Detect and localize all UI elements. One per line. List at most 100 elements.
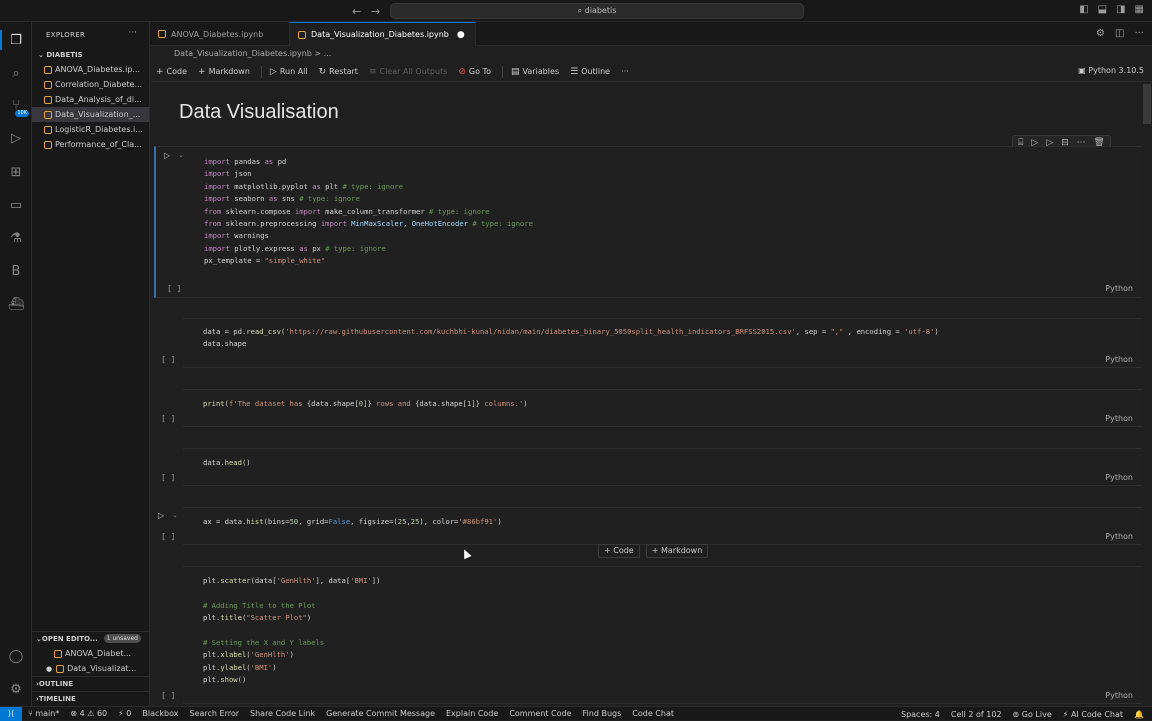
status-share-code-link[interactable]: Share Code Link <box>250 709 315 718</box>
go-live-status[interactable]: ⊚ Go Live <box>1013 710 1052 719</box>
chevron-down-icon[interactable]: ⌄ <box>178 151 184 159</box>
code-cell-imports[interactable]: ▷ ⌄ import pandas as pd import json impo… <box>154 146 1143 298</box>
command-center-search[interactable]: ⌕ diabetis <box>390 3 804 19</box>
forward-arrow-icon[interactable]: → <box>371 5 380 18</box>
tab-anova[interactable]: ANOVA_Diabetes.ipynb <box>150 22 290 46</box>
cell-code[interactable]: data.head() <box>203 457 251 469</box>
extensions-icon[interactable]: ⊞ <box>6 162 26 182</box>
indentation-status[interactable]: Spaces: 4 <box>901 710 940 719</box>
cell-position-status[interactable]: Cell 2 of 102 <box>951 710 1002 719</box>
code-cell-print[interactable]: print(f'The dataset has {data.shape[0]} … <box>161 389 1143 427</box>
open-editor-data-visualization[interactable]: ● Data_Visualizat... <box>32 661 149 676</box>
tab-data-visualization[interactable]: Data_Visualization_Diabetes.ipynb ● <box>290 22 476 46</box>
run-all-icon: ▷ <box>269 66 277 77</box>
account-icon[interactable]: ◯ <box>6 646 26 666</box>
code-cell-scatter[interactable]: plt.scatter(data['GenHlth'], data['BMI']… <box>161 566 1143 704</box>
cell-language[interactable]: Python <box>1105 414 1133 423</box>
blackbox-icon[interactable]: B <box>6 261 26 281</box>
outline-button[interactable]: ☰ Outline <box>570 67 610 77</box>
kernel-picker[interactable]: ▣ Python 3.10.5 <box>1078 66 1144 75</box>
search-icon[interactable]: ⌕ <box>6 63 26 83</box>
notebook-icon <box>44 95 52 104</box>
status-code-chat[interactable]: Code Chat <box>632 709 674 718</box>
scrollbar-thumb[interactable] <box>1143 84 1151 124</box>
outline-section[interactable]: › OUTLINE <box>32 676 149 690</box>
toggle-secondary-sidebar-icon[interactable]: ◨ <box>1116 4 1125 15</box>
run-debug-icon[interactable]: ▷ <box>6 128 26 148</box>
file-logistic[interactable]: LogisticR_Diabetes.i... <box>32 122 149 137</box>
file-performance[interactable]: Performance_of_Cla... <box>32 137 149 152</box>
status-explain-code[interactable]: Explain Code <box>446 709 498 718</box>
status-generate-commit[interactable]: Generate Commit Message <box>326 709 435 718</box>
insert-code-button[interactable]: + Code <box>598 544 640 558</box>
open-editor-anova[interactable]: ANOVA_Diabet... <box>32 646 149 661</box>
cell-code[interactable]: print(f'The dataset has {data.shape[0]} … <box>203 398 528 410</box>
execution-count: [ ] <box>161 473 176 482</box>
execution-count: [ ] <box>167 284 182 293</box>
status-search-error[interactable]: Search Error <box>189 709 239 718</box>
add-markdown-button[interactable]: + Markdown <box>198 67 250 77</box>
toggle-panel-icon[interactable]: ⬓ <box>1098 4 1107 15</box>
cell-language[interactable]: Python <box>1105 284 1133 293</box>
notebook-editor: Data Visualisation ⌸ ▷ ▷ ⊟ ··· 🗑 ▷ ⌄ imp… <box>150 82 1152 706</box>
restart-icon: ↻ <box>318 66 327 77</box>
remote-icon[interactable]: ⟩⟨ <box>0 706 22 721</box>
more-actions-icon[interactable]: ··· <box>621 67 629 76</box>
customize-layout-icon[interactable]: ▦ <box>1135 4 1144 15</box>
manage-gear-icon[interactable]: ⚙ <box>6 679 26 699</box>
toggle-sidebar-icon[interactable]: ◧ <box>1079 4 1088 15</box>
run-all-button[interactable]: ▷ Run All <box>270 67 308 77</box>
remote-explorer-icon[interactable]: ▭ <box>6 195 26 215</box>
compare-icon[interactable]: ⚙ <box>1096 28 1105 39</box>
cell-language[interactable]: Python <box>1105 691 1133 700</box>
status-blackbox[interactable]: Blackbox <box>142 709 178 718</box>
code-cell-head[interactable]: data.head() [ ] Python <box>161 448 1143 486</box>
cell-code[interactable]: plt.scatter(data['GenHlth'], data['BMI']… <box>203 575 380 687</box>
plus-icon: + <box>198 66 206 77</box>
status-comment-code[interactable]: Comment Code <box>509 709 571 718</box>
folder-diabetis[interactable]: ⌄ DIABETIS <box>38 51 83 59</box>
scrollbar[interactable] <box>1142 82 1152 706</box>
source-control-icon[interactable]: ⑂ 10K <box>6 95 29 117</box>
run-cell-icon[interactable]: ▷ <box>158 511 164 520</box>
notifications-bell-icon[interactable]: 🔔 <box>1134 710 1144 719</box>
add-code-button[interactable]: + Code <box>156 67 187 77</box>
branch-status[interactable]: ⑂ main* <box>28 709 59 718</box>
split-editor-icon[interactable]: ◫ <box>1115 28 1124 39</box>
ai-code-chat-status[interactable]: ⚡ AI Code Chat <box>1063 710 1123 719</box>
file-data-analysis[interactable]: Data_Analysis_of_di... <box>32 92 149 107</box>
title-bar: ← → ⌕ diabetis ◧ ⬓ ◨ ▦ <box>0 0 1152 22</box>
cell-language[interactable]: Python <box>1105 473 1133 482</box>
chevron-down-icon[interactable]: ⌄ <box>172 511 178 519</box>
file-anova[interactable]: ANOVA_Diabetes.ip... <box>32 62 149 77</box>
variables-button[interactable]: ▤ Variables <box>511 67 559 77</box>
ports-status[interactable]: ⚡ 0 <box>118 709 131 718</box>
goto-button[interactable]: ⊘ Go To <box>458 67 491 77</box>
unsaved-dot-icon: ● <box>456 29 465 40</box>
status-find-bugs[interactable]: Find Bugs <box>583 709 622 718</box>
cell-code[interactable]: data = pd.read_csv('https://raw.githubus… <box>203 326 939 351</box>
timeline-section[interactable]: › TIMELINE <box>32 691 149 705</box>
cell-language[interactable]: Python <box>1105 532 1133 541</box>
code-cell-hist[interactable]: ▷ ⌄ ax = data.hist(bins=50, grid=False, … <box>158 507 1143 545</box>
docker-icon[interactable]: ⛴ <box>6 294 26 314</box>
file-correlation[interactable]: Correlation_Diabete... <box>32 77 149 92</box>
back-arrow-icon[interactable]: ← <box>352 5 361 18</box>
breadcrumb[interactable]: Data_Visualization_Diabetes.ipynb > ... <box>150 46 1152 62</box>
insert-cell-bar: + Code + Markdown <box>598 544 709 558</box>
clear-outputs-button[interactable]: ≡ Clear All Outputs <box>369 67 447 77</box>
problems-status[interactable]: ⊗ 4 ⚠ 60 <box>70 709 107 718</box>
cell-code[interactable]: import pandas as pd import json import m… <box>204 156 533 268</box>
run-cell-icon[interactable]: ▷ <box>164 151 170 160</box>
explorer-icon[interactable]: ❐ <box>0 30 26 50</box>
cell-code[interactable]: ax = data.hist(bins=50, grid=False, figs… <box>203 516 502 528</box>
more-actions-icon[interactable]: ··· <box>1134 28 1144 39</box>
restart-button[interactable]: ↻ Restart <box>319 67 358 77</box>
more-actions-icon[interactable]: ··· <box>128 28 137 38</box>
testing-icon[interactable]: ⚗ <box>6 228 26 248</box>
code-cell-read-csv[interactable]: data = pd.read_csv('https://raw.githubus… <box>161 318 1143 368</box>
insert-markdown-button[interactable]: + Markdown <box>645 544 709 558</box>
open-editors-section[interactable]: ⌄ OPEN EDITO... 1 unsaved <box>32 631 149 645</box>
cell-language[interactable]: Python <box>1105 355 1133 364</box>
file-data-visualization[interactable]: Data_Visualization_... <box>32 107 149 122</box>
